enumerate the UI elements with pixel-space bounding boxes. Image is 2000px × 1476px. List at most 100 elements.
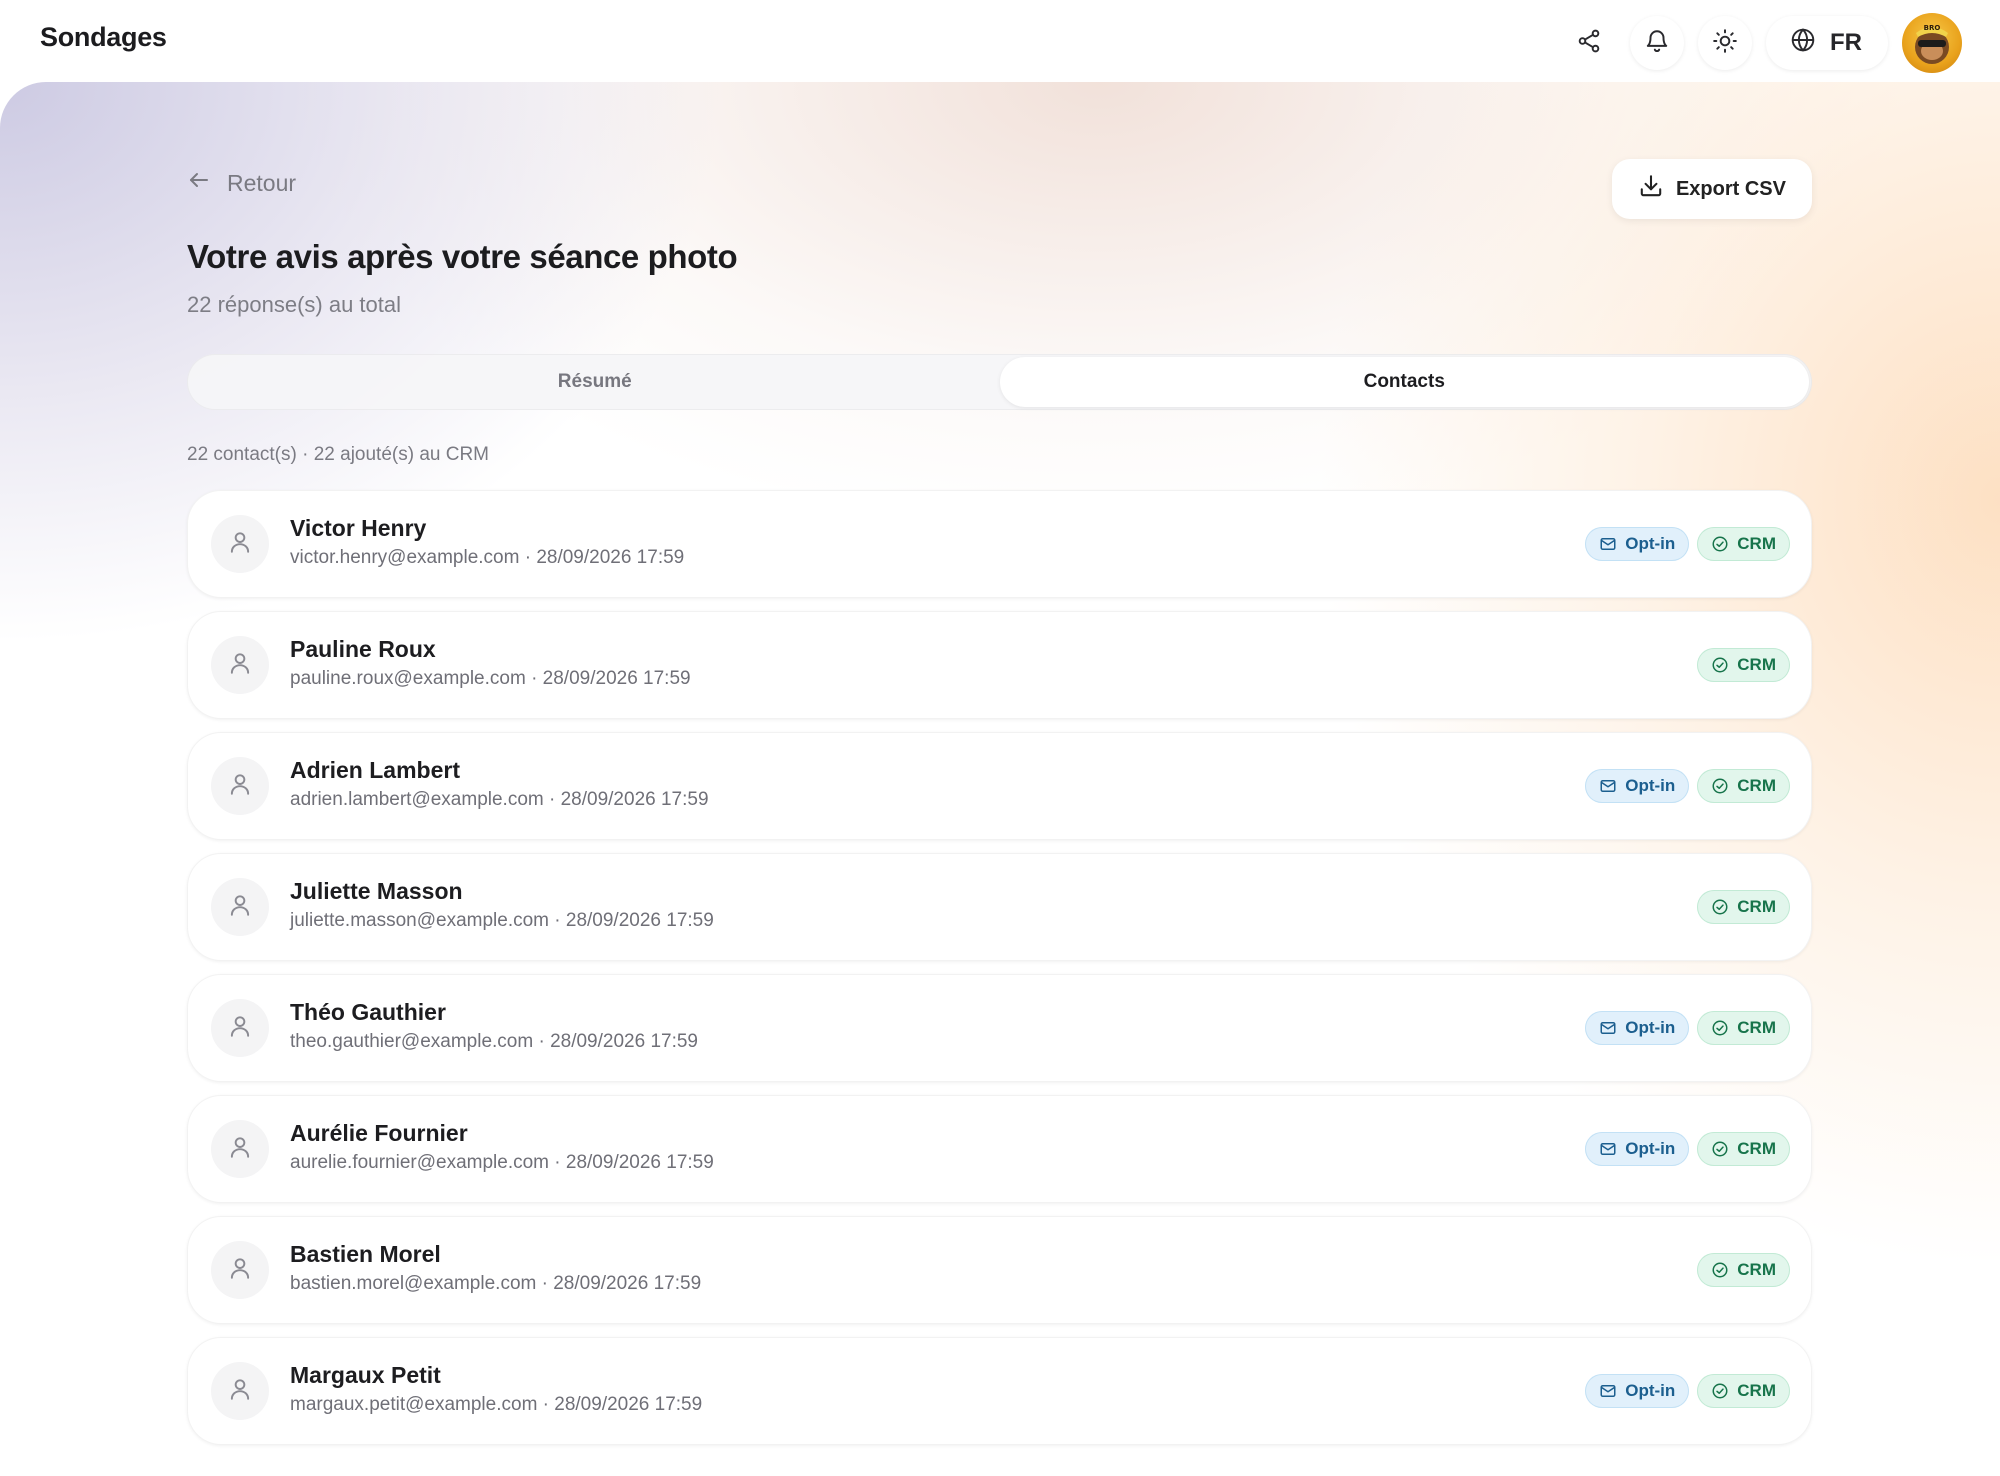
contact-avatar <box>211 636 269 694</box>
optin-badge-label: Opt-in <box>1625 776 1676 795</box>
back-label: Retour <box>227 169 297 196</box>
tab-resume[interactable]: Résumé <box>190 357 1000 407</box>
contact-avatar <box>211 1241 269 1299</box>
user-avatar[interactable]: BRO <box>1902 13 1962 73</box>
check-circle-icon <box>1711 1261 1729 1279</box>
contact-info: Aurélie Fournier aurelie.fournier@exampl… <box>290 1119 714 1175</box>
contact-badges: CRM <box>1697 648 1790 682</box>
optin-badge-label: Opt-in <box>1625 1018 1676 1037</box>
check-circle-icon <box>1711 656 1729 674</box>
check-circle-icon <box>1711 535 1729 553</box>
mail-icon <box>1599 1019 1617 1037</box>
user-icon <box>227 650 253 681</box>
contact-meta: pauline.roux@example.com · 28/09/2026 17… <box>290 668 691 689</box>
contact-avatar <box>211 757 269 815</box>
contact-name: Victor Henry <box>290 515 427 541</box>
crm-badge: CRM <box>1697 527 1790 561</box>
contact-meta: victor.henry@example.com · 28/09/2026 17… <box>290 547 685 568</box>
contacts-list: Victor Henry victor.henry@example.com · … <box>187 490 1812 1458</box>
contact-badges: Opt-in CRM <box>1585 769 1790 803</box>
contact-row[interactable]: Juliette Masson juliette.masson@example.… <box>187 853 1812 961</box>
crm-badge-label: CRM <box>1737 1381 1776 1400</box>
crm-badge-label: CRM <box>1737 1018 1776 1037</box>
contact-info: Bastien Morel bastien.morel@example.com … <box>290 1240 701 1296</box>
optin-badge: Opt-in <box>1585 1374 1690 1408</box>
arrow-left-icon <box>187 168 211 198</box>
top-actions: FR BRO <box>1562 13 1962 73</box>
user-icon <box>227 1134 253 1165</box>
contact-name: Bastien Morel <box>290 1241 441 1267</box>
crm-badge: CRM <box>1697 1132 1790 1166</box>
check-circle-icon <box>1711 777 1729 795</box>
contact-name: Aurélie Fournier <box>290 1120 468 1146</box>
crm-badge: CRM <box>1697 1253 1790 1287</box>
contact-badges: Opt-in CRM <box>1585 1132 1790 1166</box>
crm-badge: CRM <box>1697 1374 1790 1408</box>
contact-name: Adrien Lambert <box>290 757 460 783</box>
contact-info: Margaux Petit margaux.petit@example.com … <box>290 1361 702 1417</box>
user-icon <box>227 771 253 802</box>
user-icon <box>227 892 253 923</box>
optin-badge-label: Opt-in <box>1625 534 1676 553</box>
top-bar: Sondages FR BRO <box>0 0 2000 82</box>
user-icon <box>227 1013 253 1044</box>
crm-badge: CRM <box>1697 1011 1790 1045</box>
bell-icon <box>1644 28 1670 59</box>
page-subtitle: 22 réponse(s) au total <box>187 292 402 317</box>
check-circle-icon <box>1711 1019 1729 1037</box>
contact-row[interactable]: Pauline Roux pauline.roux@example.com · … <box>187 611 1812 719</box>
crm-badge-label: CRM <box>1737 1260 1776 1279</box>
crm-badge-label: CRM <box>1737 534 1776 553</box>
optin-badge: Opt-in <box>1585 1011 1690 1045</box>
contact-row[interactable]: Adrien Lambert adrien.lambert@example.co… <box>187 732 1812 840</box>
tab-contacts[interactable]: Contacts <box>999 357 1809 407</box>
optin-badge: Opt-in <box>1585 527 1690 561</box>
sun-icon <box>1712 28 1738 59</box>
crm-badge-label: CRM <box>1737 897 1776 916</box>
contact-info: Théo Gauthier theo.gauthier@example.com … <box>290 998 698 1054</box>
contact-avatar <box>211 999 269 1057</box>
contact-row[interactable]: Victor Henry victor.henry@example.com · … <box>187 490 1812 598</box>
notifications-button[interactable] <box>1630 16 1684 70</box>
contact-meta: aurelie.fournier@example.com · 28/09/202… <box>290 1152 714 1173</box>
contact-row[interactable]: Théo Gauthier theo.gauthier@example.com … <box>187 974 1812 1082</box>
crm-badge: CRM <box>1697 769 1790 803</box>
back-link[interactable]: Retour <box>187 168 296 198</box>
theme-toggle-button[interactable] <box>1698 16 1752 70</box>
contact-name: Juliette Masson <box>290 878 463 904</box>
contact-avatar <box>211 515 269 573</box>
share-button[interactable] <box>1562 16 1616 70</box>
optin-badge: Opt-in <box>1585 769 1690 803</box>
globe-icon <box>1790 27 1816 60</box>
crm-badge-label: CRM <box>1737 1139 1776 1158</box>
language-selector[interactable]: FR <box>1766 16 1888 70</box>
contact-row[interactable]: Aurélie Fournier aurelie.fournier@exampl… <box>187 1095 1812 1203</box>
contact-row[interactable]: Bastien Morel bastien.morel@example.com … <box>187 1216 1812 1324</box>
contact-row[interactable]: Margaux Petit margaux.petit@example.com … <box>187 1337 1812 1445</box>
user-icon <box>227 1255 253 1286</box>
check-circle-icon <box>1711 898 1729 916</box>
mail-icon <box>1599 1382 1617 1400</box>
contact-badges: CRM <box>1697 890 1790 924</box>
crm-badge: CRM <box>1697 648 1790 682</box>
optin-badge: Opt-in <box>1585 1132 1690 1166</box>
contact-badges: Opt-in CRM <box>1585 1374 1790 1408</box>
crm-badge-label: CRM <box>1737 655 1776 674</box>
contact-badges: Opt-in CRM <box>1585 1011 1790 1045</box>
contact-avatar <box>211 1120 269 1178</box>
contact-info: Victor Henry victor.henry@example.com · … <box>290 514 684 570</box>
crm-badge: CRM <box>1697 890 1790 924</box>
user-icon <box>227 529 253 560</box>
mail-icon <box>1599 777 1617 795</box>
export-csv-button[interactable]: Export CSV <box>1611 159 1812 219</box>
language-label: FR <box>1830 29 1862 56</box>
optin-badge-label: Opt-in <box>1625 1139 1676 1158</box>
contact-name: Margaux Petit <box>290 1362 441 1388</box>
check-circle-icon <box>1711 1382 1729 1400</box>
contact-meta: juliette.masson@example.com · 28/09/2026… <box>290 910 714 931</box>
export-csv-label: Export CSV <box>1675 177 1786 200</box>
contact-name: Théo Gauthier <box>290 999 446 1025</box>
check-circle-icon <box>1711 1140 1729 1158</box>
crm-badge-label: CRM <box>1737 776 1776 795</box>
contact-meta: theo.gauthier@example.com · 28/09/2026 1… <box>290 1031 698 1052</box>
